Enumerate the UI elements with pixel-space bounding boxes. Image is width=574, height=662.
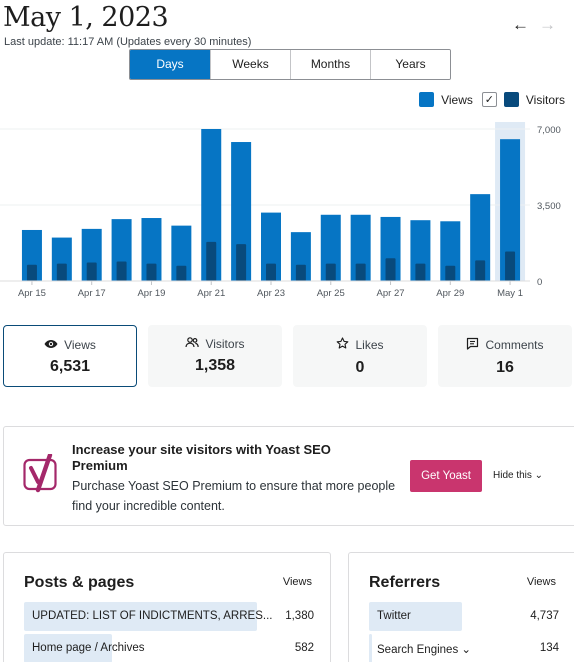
chart-svg: 0 3,500 7,000 Apr 15 Apr 17 Apr 19 Apr 21 Apr 2… [0, 122, 561, 299]
y-tick-label: 3,500 [537, 201, 561, 212]
stat-card-views[interactable]: Views 6,531 [3, 325, 137, 387]
promo-heading: Increase your site visitors with Yoast S… [72, 442, 331, 473]
visitors-bar [116, 261, 127, 281]
visitors-bar [415, 263, 426, 281]
stat-label: Comments [485, 338, 544, 352]
visitors-bar [206, 241, 217, 281]
row-label: Twitter [377, 610, 411, 622]
star-icon [336, 337, 349, 353]
stat-value: 6,531 [49, 358, 91, 375]
row-label: UPDATED: LIST OF INDICTMENTS, ARRES... [32, 610, 273, 622]
visitors-bar [475, 260, 486, 281]
visitors-bar [445, 265, 456, 281]
visitors-checkbox[interactable]: ✓ [481, 92, 497, 107]
x-tick-label: Apr 21 [197, 288, 225, 299]
visitors-bar [295, 264, 306, 281]
stat-value: 16 [496, 359, 514, 376]
stat-label: Views [64, 338, 96, 352]
visitors-bar [385, 258, 396, 281]
row-value: 4,737 [530, 610, 559, 622]
promo-description: Purchase Yoast SEO Premium to ensure tha… [72, 479, 396, 513]
legend-visitors-label: Visitors [525, 92, 565, 107]
stat-label-row: Views [4, 338, 136, 352]
visitors-bar [26, 264, 37, 281]
panel-column-header: Views [282, 576, 312, 588]
stat-label-row: Likes [293, 337, 427, 353]
period-tabs: Days Weeks Months Years [129, 49, 451, 80]
get-yoast-button[interactable]: Get Yoast [410, 460, 482, 492]
stat-card-visitors[interactable]: Visitors 1,358 [148, 325, 282, 387]
last-update-text: Last update: 11:17 AM (Updates every 30 … [4, 36, 252, 48]
visitors-bar [56, 263, 67, 281]
stat-value: 0 [355, 359, 365, 376]
visitors-swatch [503, 92, 519, 107]
people-icon [185, 337, 200, 351]
date-navigation: ← → [512, 15, 556, 35]
yoast-promo-banner: Increase your site visitors with Yoast S… [3, 426, 574, 526]
visitors-bar [146, 263, 157, 281]
stat-label: Likes [355, 338, 384, 352]
list-item[interactable]: Search Engines ⌄ 134 [369, 634, 559, 662]
eye-icon [44, 338, 58, 352]
visitors-bar [505, 251, 516, 281]
panel-title: Referrers [369, 574, 441, 591]
y-tick-label: 7,000 [537, 125, 561, 136]
panel-column-header: Views [526, 576, 556, 588]
visitors-bar [176, 265, 187, 281]
stat-label: Visitors [205, 337, 245, 351]
row-value: 582 [294, 642, 314, 654]
x-tick-label: Apr 29 [436, 288, 464, 299]
legend-item-views[interactable]: Views [419, 92, 473, 107]
yoast-logo-icon [23, 454, 57, 493]
stat-cards: Views 6,531 Visitors 1,358 Likes 0 Comme… [3, 325, 572, 387]
page-title: May 1, 2023 [3, 2, 169, 33]
posts-pages-panel: Posts & pages Views UPDATED: LIST OF IND… [3, 552, 331, 662]
comment-icon [466, 337, 479, 353]
stat-label-row: Comments [438, 337, 572, 353]
legend-views-label: Views [441, 92, 473, 107]
tab-days[interactable]: Days [130, 50, 210, 79]
legend-item-visitors[interactable]: Visitors [503, 92, 565, 107]
visitors-bar [266, 263, 276, 281]
x-tick-label: Apr 23 [257, 288, 285, 299]
x-tick-label: Apr 17 [78, 288, 106, 299]
x-tick-label: Apr 19 [137, 288, 165, 299]
visitors-bar [355, 263, 366, 281]
tab-years[interactable]: Years [370, 50, 450, 79]
list-item[interactable]: Twitter 4,737 [369, 602, 559, 631]
views-swatch [419, 92, 435, 107]
next-arrow-icon[interactable]: → [539, 15, 556, 35]
row-value: 134 [539, 642, 559, 654]
referrers-panel: Referrers Views Twitter 4,737 Search Eng… [348, 552, 574, 662]
chart-legend: Views ✓ Visitors [419, 92, 574, 107]
x-tick-label: Apr 27 [377, 288, 405, 299]
list-item[interactable]: Home page / Archives 582 [24, 634, 314, 662]
visitors-bar [325, 263, 336, 281]
visitors-bar [86, 262, 97, 281]
stat-label-row: Visitors [148, 337, 282, 351]
stat-value: 1,358 [194, 357, 236, 374]
views-chart: 0 3,500 7,000 Apr 15 Apr 17 Apr 19 Apr 21 Apr 2… [0, 118, 574, 308]
list-item[interactable]: UPDATED: LIST OF INDICTMENTS, ARRES... 1… [24, 602, 314, 631]
y-tick-label: 0 [537, 277, 542, 288]
row-bar [369, 634, 372, 662]
x-tick-label: Apr 15 [18, 288, 46, 299]
x-tick-label: Apr 25 [317, 288, 345, 299]
tab-months[interactable]: Months [290, 50, 370, 79]
tab-weeks[interactable]: Weeks [210, 50, 290, 79]
stat-card-comments[interactable]: Comments 16 [438, 325, 572, 387]
row-value: 1,380 [285, 610, 314, 622]
previous-arrow-icon[interactable]: ← [512, 15, 529, 35]
hide-this-button[interactable]: Hide this ⌄ [493, 470, 543, 481]
visitors-bar [236, 244, 247, 281]
stat-card-likes[interactable]: Likes 0 [293, 325, 427, 387]
panel-title: Posts & pages [24, 574, 135, 591]
row-label: Home page / Archives [32, 642, 145, 654]
row-label: Search Engines ⌄ [377, 644, 472, 656]
x-tick-label: May 1 [497, 288, 523, 299]
